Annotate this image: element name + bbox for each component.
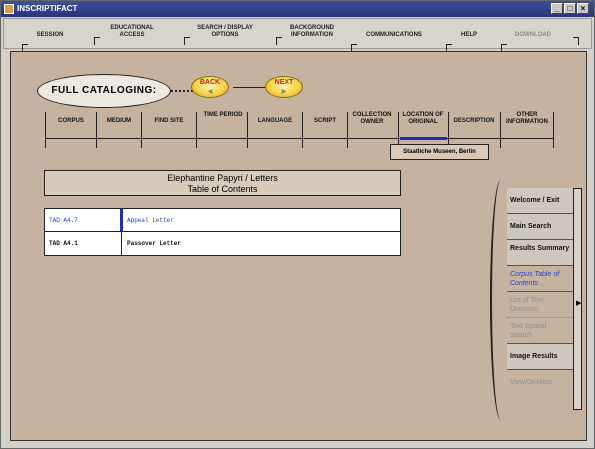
side-nav: Welcome / Exit Main Search Results Summa…: [507, 188, 573, 410]
toc-list: TAD A4.7 Appeal Letter TAD A4.1 Passover…: [44, 208, 401, 256]
window-title: INSCRIPTIFACT: [17, 4, 78, 13]
row-name: Passover Letter: [127, 240, 182, 247]
side-nav-corpus-toc[interactable]: Corpus Table of Contents: [507, 266, 573, 292]
side-nav-text-spatial-search: Text Spatial Search: [507, 318, 573, 344]
tab-collection-owner[interactable]: COLLECTION OWNER: [349, 112, 395, 146]
side-nav-collapse-handle[interactable]: ▶: [573, 188, 582, 410]
side-nav-results-summary[interactable]: Results Summary: [507, 240, 573, 266]
close-icon[interactable]: ×: [577, 3, 589, 14]
next-button[interactable]: NEXT ▶: [265, 76, 303, 98]
main-panel: FULL CATALOGING: BACK ◀ NEXT ▶ CORPUS MEDI…: [10, 51, 587, 441]
active-tab-value: Staatliche Museen, Berlin: [390, 144, 489, 160]
tab-baseline: [45, 138, 553, 139]
tab-medium[interactable]: MEDIUM: [97, 118, 141, 152]
menu-educational-access[interactable]: EDUCATIONAL ACCESS: [94, 25, 162, 47]
app-window: INSCRIPTIFACT _ □ × SESSION EDUCATIONAL …: [0, 0, 595, 449]
row-code: TAD A4.7: [49, 217, 78, 224]
chevron-right-icon: ▶: [576, 300, 582, 307]
cataloging-mode-label: FULL CATALOGING:: [37, 74, 171, 108]
toc-subtitle: Table of Contents: [187, 184, 258, 194]
side-nav-list-of-text-divisions: List of Text Divisions: [507, 292, 573, 318]
toc-title-box: Elephantine Papyri / Letters Table of Co…: [44, 170, 401, 196]
tab-find-site[interactable]: FIND SITE: [142, 118, 196, 152]
menu-search-display-options[interactable]: SEARCH / DISPLAY OPTIONS: [184, 25, 258, 47]
active-tab-indicator: [400, 137, 447, 140]
tab-time-period[interactable]: TIME PERIOD: [201, 112, 245, 146]
menu-bar: SESSION EDUCATIONAL ACCESS SEARCH / DISP…: [3, 18, 592, 52]
tab-language[interactable]: LANGUAGE: [248, 118, 302, 152]
menu-background-information[interactable]: BACKGROUND INFORMATION: [276, 25, 340, 47]
maximize-icon[interactable]: □: [564, 3, 576, 14]
side-nav-image-results[interactable]: Image Results: [507, 344, 573, 370]
nav-connector: [233, 87, 269, 88]
side-nav-welcome-exit[interactable]: Welcome / Exit: [507, 188, 573, 214]
tab-location-of-original[interactable]: LOCATION OF ORIGINAL: [399, 112, 447, 146]
side-nav-main-search[interactable]: Main Search: [507, 214, 573, 240]
tab-script[interactable]: SCRIPT: [303, 118, 347, 152]
back-button[interactable]: BACK ◀: [191, 76, 229, 98]
tab-other-information[interactable]: OTHER INFORMATION: [501, 112, 553, 146]
title-bar: INSCRIPTIFACT _ □ ×: [1, 1, 594, 17]
app-icon: [4, 4, 14, 14]
side-nav-view-desktop: View/Desktop: [507, 370, 573, 396]
row-name: Appeal Letter: [127, 217, 174, 224]
row-code: TAD A4.1: [49, 240, 78, 247]
table-row[interactable]: TAD A4.1 Passover Letter: [44, 232, 401, 256]
tab-corpus[interactable]: CORPUS: [46, 118, 96, 152]
toc-title: Elephantine Papyri / Letters: [167, 173, 278, 183]
side-nav-curve: [490, 180, 508, 420]
minimize-icon[interactable]: _: [551, 3, 563, 14]
table-row[interactable]: TAD A4.7 Appeal Letter: [44, 208, 401, 232]
dotted-connector: [171, 90, 193, 92]
